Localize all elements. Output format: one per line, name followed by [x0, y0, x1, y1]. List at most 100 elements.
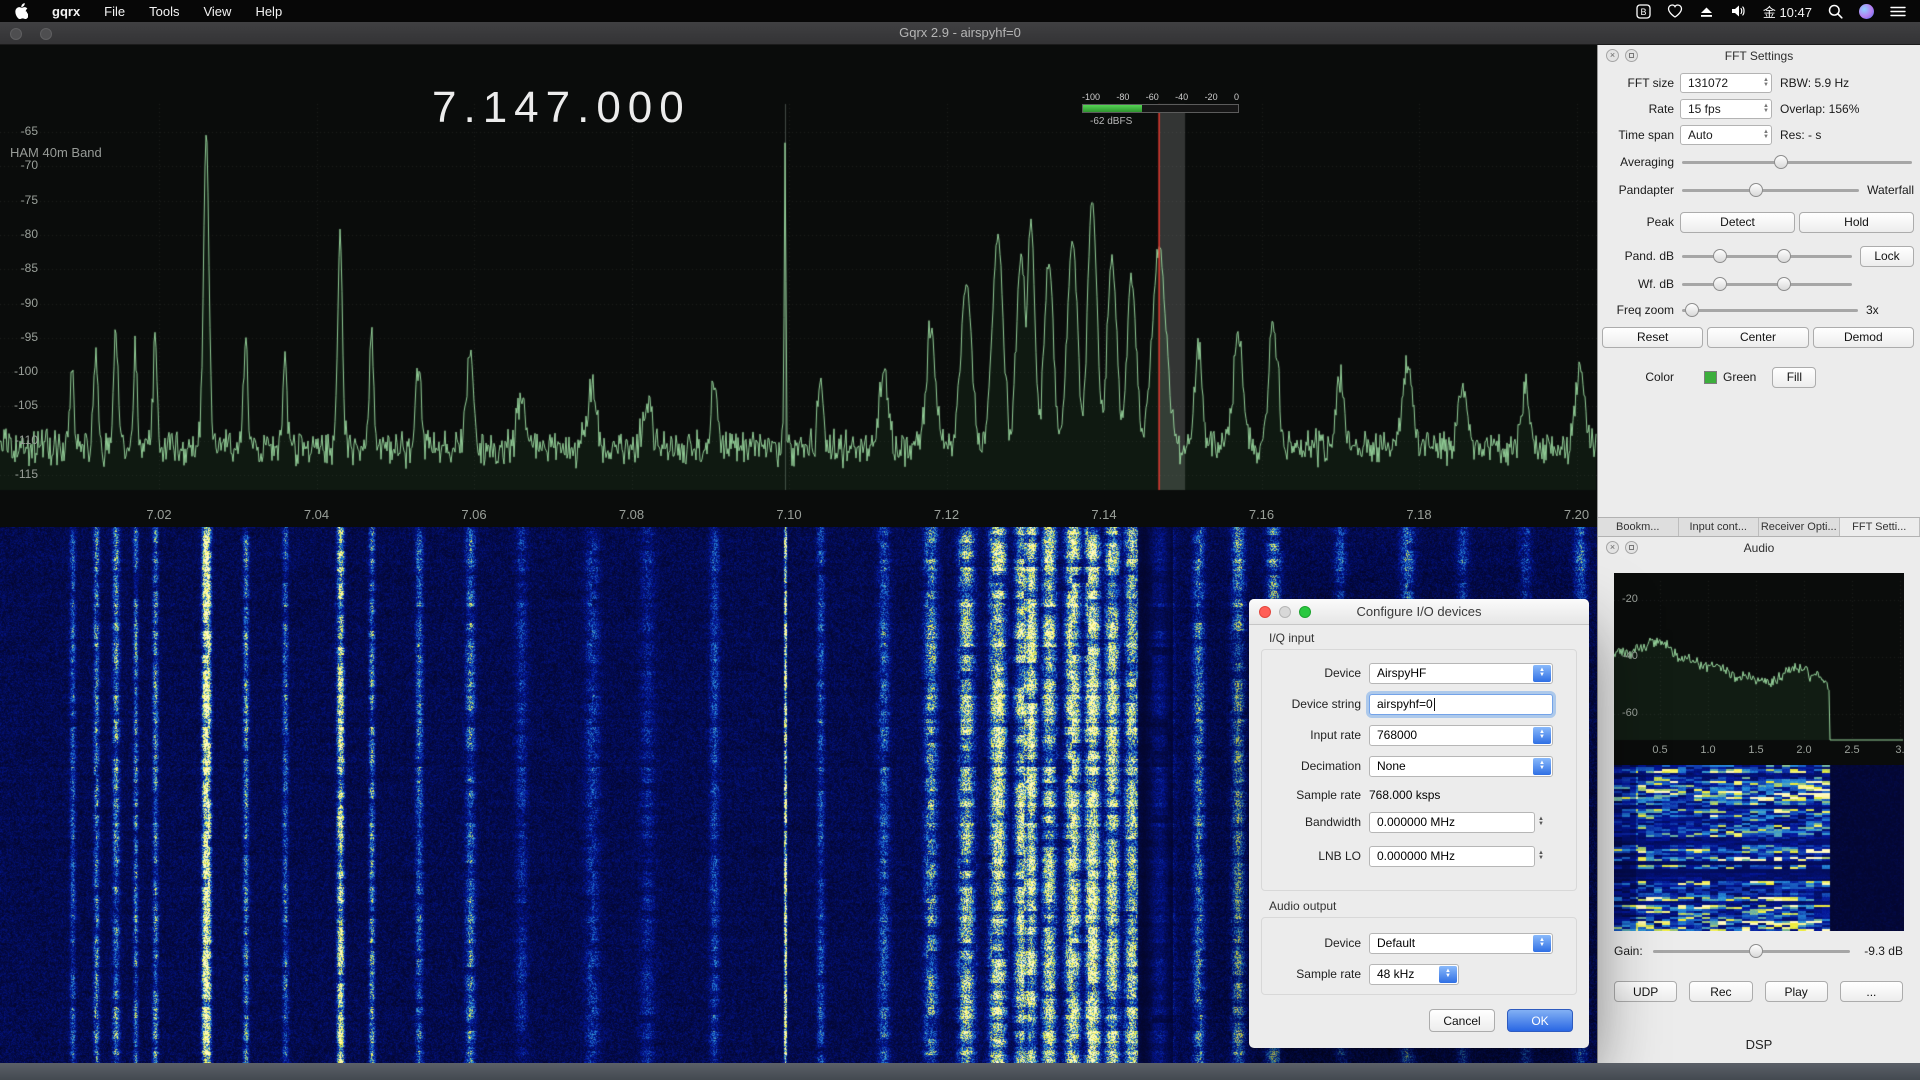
notification-center-icon[interactable]: [1890, 5, 1906, 18]
window-close-button[interactable]: [10, 28, 22, 40]
menubar-clock[interactable]: 金 10:47: [1763, 2, 1812, 21]
volume-icon[interactable]: [1730, 4, 1747, 18]
heart-icon[interactable]: [1667, 4, 1683, 18]
frequency-display[interactable]: 7.147.000: [432, 83, 691, 133]
eject-icon[interactable]: [1699, 5, 1714, 18]
lnb-lo-field[interactable]: 0.000000 MHz: [1369, 846, 1535, 867]
demod-button[interactable]: Demod: [1813, 327, 1914, 348]
pandapter-db-range-slider[interactable]: [1680, 247, 1854, 265]
rate-combo[interactable]: 15 fps ▲▼: [1680, 99, 1772, 119]
slider-knob-max[interactable]: [1777, 277, 1791, 291]
gain-slider[interactable]: [1651, 942, 1853, 960]
lock-button[interactable]: Lock: [1860, 246, 1914, 267]
apple-menu-icon[interactable]: [14, 3, 28, 19]
rec-button[interactable]: Rec: [1689, 981, 1752, 1002]
ok-button[interactable]: OK: [1507, 1009, 1573, 1032]
tab-fft-settings[interactable]: FFT Setti...: [1840, 518, 1920, 536]
tab-bookmarks[interactable]: Bookm...: [1598, 518, 1679, 536]
more-button[interactable]: ...: [1840, 981, 1903, 1002]
siri-icon[interactable]: [1859, 4, 1874, 19]
device-label: Device: [1249, 666, 1361, 680]
audio-x-tick: 2.0: [1796, 744, 1811, 756]
stepper-arrows-icon[interactable]: ▲▼: [1763, 78, 1769, 88]
sample-rate-value: 768.000 ksps: [1369, 788, 1440, 802]
panel-close-icon[interactable]: ×: [1606, 49, 1619, 62]
peak-hold-button[interactable]: Hold: [1799, 212, 1914, 233]
dbfs-value: -62 dBFS: [1090, 116, 1239, 127]
color-label: Color: [1602, 370, 1674, 384]
spectrum-y-tick: -70: [2, 158, 38, 172]
slider-knob-min[interactable]: [1713, 277, 1727, 291]
freq-zoom-value: 3x: [1866, 303, 1914, 317]
slider-knob[interactable]: [1774, 155, 1788, 169]
menu-view[interactable]: View: [203, 4, 231, 19]
menu-app-name[interactable]: gqrx: [52, 4, 80, 19]
slider-knob[interactable]: [1749, 183, 1763, 197]
output-sample-rate-dropdown[interactable]: 48 kHz ▲▼: [1369, 964, 1459, 985]
spotlight-icon[interactable]: [1828, 4, 1843, 19]
panel-close-icon[interactable]: ×: [1606, 541, 1619, 554]
window-minimize-button[interactable]: [40, 28, 52, 40]
iq-device-dropdown[interactable]: AirspyHF ▲▼: [1369, 663, 1553, 684]
slider-knob-min[interactable]: [1713, 249, 1727, 263]
spectrum-plot[interactable]: 7.147.000 HAM 40m Band -100 -80 -60 -40 …: [0, 45, 1597, 527]
dsp-toggle[interactable]: DSP: [1598, 1037, 1920, 1052]
freq-zoom-slider[interactable]: [1680, 301, 1860, 319]
spectrum-x-tick: 7.06: [461, 507, 486, 522]
spectrum-canvas[interactable]: [0, 45, 1597, 527]
spectrum-x-tick: 7.16: [1249, 507, 1274, 522]
cancel-button[interactable]: Cancel: [1429, 1009, 1495, 1032]
meter-tick: 0: [1234, 92, 1239, 102]
peak-detect-button[interactable]: Detect: [1680, 212, 1795, 233]
device-string-input[interactable]: airspyhf=0: [1369, 694, 1553, 715]
slider-knob-max[interactable]: [1777, 249, 1791, 263]
decimation-dropdown[interactable]: None ▲▼: [1369, 756, 1553, 777]
audio-x-tick: 2.5: [1844, 744, 1859, 756]
panel-float-icon[interactable]: [1625, 541, 1638, 554]
dialog-zoom-button[interactable]: [1299, 606, 1311, 618]
averaging-slider[interactable]: [1680, 153, 1914, 171]
dialog-titlebar: Configure I/O devices: [1249, 599, 1589, 625]
pandapter-waterfall-split-slider[interactable]: [1680, 181, 1861, 199]
udp-button[interactable]: UDP: [1614, 981, 1677, 1002]
fft-settings-panel: × FFT Settings FFT size 131072 ▲▼ RBW: 5…: [1598, 45, 1920, 67]
bandwidth-field[interactable]: 0.000000 MHz: [1369, 812, 1535, 833]
spinner-arrows-icon[interactable]: ▲▼: [1538, 817, 1544, 827]
play-button[interactable]: Play: [1765, 981, 1828, 1002]
color-swatch[interactable]: [1704, 371, 1717, 384]
stepper-arrows-icon[interactable]: ▲▼: [1763, 104, 1769, 114]
center-button[interactable]: Center: [1707, 327, 1808, 348]
fill-button[interactable]: Fill: [1772, 367, 1816, 388]
tab-input-controls[interactable]: Input cont...: [1679, 518, 1760, 536]
tab-receiver-options[interactable]: Receiver Opti...: [1759, 518, 1840, 536]
audio-x-tick: 1.0: [1700, 744, 1715, 756]
slider-track: [1682, 189, 1859, 192]
fft-size-combo[interactable]: 131072 ▲▼: [1680, 73, 1772, 93]
meter-tick: -60: [1146, 92, 1159, 102]
bandwidth-label: Bandwidth: [1249, 815, 1361, 829]
menu-help[interactable]: Help: [255, 4, 282, 19]
dropdown-arrows-icon: ▲▼: [1533, 935, 1551, 952]
menu-tools[interactable]: Tools: [149, 4, 179, 19]
audio-waterfall-canvas: [1614, 765, 1904, 931]
time-span-combo[interactable]: Auto ▲▼: [1680, 125, 1772, 145]
slider-knob[interactable]: [1749, 944, 1763, 958]
output-device-dropdown[interactable]: Default ▲▼: [1369, 933, 1553, 954]
spinner-arrows-icon[interactable]: ▲▼: [1538, 851, 1544, 861]
dialog-minimize-button[interactable]: [1279, 606, 1291, 618]
waterfall-label: Waterfall: [1867, 183, 1914, 197]
stepper-arrows-icon[interactable]: ▲▼: [1763, 130, 1769, 140]
slider-track: [1682, 255, 1852, 258]
dialog-close-button[interactable]: [1259, 606, 1271, 618]
slider-knob[interactable]: [1685, 303, 1699, 317]
menu-file[interactable]: File: [104, 4, 125, 19]
waterfall-db-range-slider[interactable]: [1680, 275, 1854, 293]
input-rate-dropdown[interactable]: 768000 ▲▼: [1369, 725, 1553, 746]
spectrum-y-tick: -65: [2, 124, 38, 138]
spectrum-x-tick: 7.18: [1406, 507, 1431, 522]
output-device-value: Default: [1377, 936, 1415, 950]
screen: gqrx File Tools View Help B 金 10:47: [0, 0, 1920, 1080]
panel-float-icon[interactable]: [1625, 49, 1638, 62]
reset-button[interactable]: Reset: [1602, 327, 1703, 348]
status-app-icon[interactable]: B: [1636, 4, 1651, 19]
